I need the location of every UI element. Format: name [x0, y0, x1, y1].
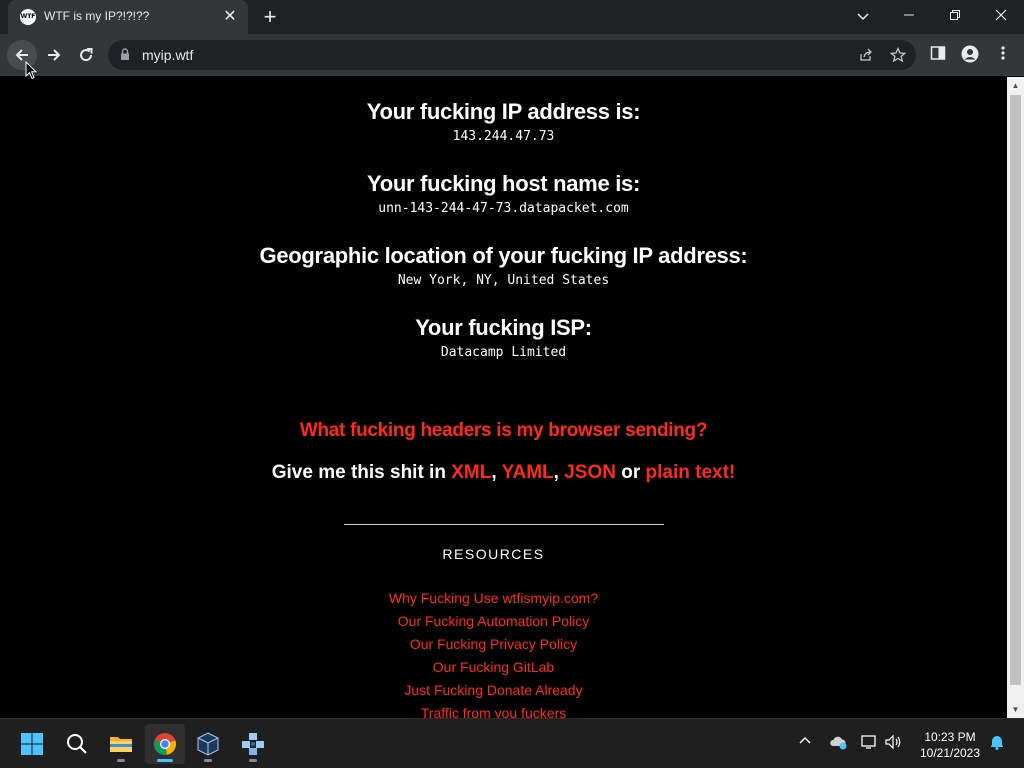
- taskbar-file-explorer[interactable]: [101, 724, 141, 764]
- isp-value: Datacamp Limited: [440, 345, 567, 360]
- profile-avatar-icon[interactable]: [961, 45, 979, 63]
- resources-list: Why Fucking Use wtfismyip.com? Our Fucki…: [0, 587, 1007, 718]
- url-text: myip.wtf: [142, 47, 194, 63]
- folder-icon: [110, 737, 132, 752]
- resources-header: RESOURCES: [0, 546, 1007, 564]
- format-plain-text-link[interactable]: plain text!: [646, 462, 736, 483]
- windows-logo-icon: [21, 733, 43, 755]
- show-hidden-icons-chevron-icon[interactable]: [798, 734, 812, 748]
- running-indicator: [249, 759, 257, 762]
- reload-button[interactable]: [71, 40, 101, 70]
- search-button[interactable]: [57, 724, 97, 764]
- tab-title: WTF is my IP?!?!??: [44, 9, 150, 23]
- geo-heading: Geographic location of your fucking IP a…: [259, 243, 748, 268]
- lock-icon[interactable]: [120, 48, 130, 61]
- onedrive-cloud-icon[interactable]: [829, 734, 847, 750]
- tab-close-icon[interactable]: ✕: [220, 7, 240, 27]
- scroll-down-arrow-icon[interactable]: ▼: [1011, 705, 1020, 714]
- mouse-cursor-icon: [25, 61, 37, 80]
- tab-search-chevron-icon[interactable]: [852, 6, 874, 26]
- format-comma-2: ,: [553, 462, 565, 483]
- restore-button[interactable]: [932, 0, 978, 30]
- format-or: or: [615, 462, 646, 483]
- clock-date: 10/21/2023: [919, 746, 981, 760]
- bookmark-star-icon[interactable]: [890, 47, 906, 63]
- headers-section: What fucking headers is my browser sendi…: [0, 420, 1007, 442]
- running-indicator: [117, 759, 125, 762]
- active-indicator: [157, 759, 173, 762]
- resource-link-automation-policy[interactable]: Our Fucking Automation Policy: [0, 610, 987, 633]
- share-icon[interactable]: [858, 47, 874, 63]
- browser-toolbar: myip.wtf: [0, 34, 1024, 76]
- start-button[interactable]: [12, 724, 52, 764]
- host-heading: Your fucking host name is:: [367, 171, 640, 196]
- scroll-up-arrow-icon[interactable]: ▲: [1011, 81, 1020, 90]
- geo-section: Geographic location of your fucking IP a…: [0, 243, 1007, 288]
- taskbar-app-network[interactable]: [233, 724, 273, 764]
- isp-heading: Your fucking ISP:: [415, 315, 592, 340]
- more-menu-icon[interactable]: [996, 45, 1010, 61]
- ip-heading: Your fucking IP address is:: [366, 99, 641, 124]
- format-comma-1: ,: [491, 462, 502, 483]
- format-yaml-link[interactable]: YAML: [502, 462, 554, 483]
- tab-strip: WTF WTF is my IP?!?!?? ✕ +: [0, 0, 1024, 34]
- system-clock[interactable]: 10:23 PM 10/21/2023: [910, 729, 990, 761]
- network-monitor-icon[interactable]: [861, 734, 879, 750]
- resource-link-traffic[interactable]: Traffic from you fuckers: [0, 702, 987, 718]
- resource-link-why[interactable]: Why Fucking Use wtfismyip.com?: [0, 587, 987, 610]
- volume-speaker-icon[interactable]: [885, 734, 903, 750]
- resource-link-donate[interactable]: Just Fucking Donate Already: [0, 679, 987, 702]
- windows-taskbar: 10:23 PM 10/21/2023: [0, 718, 1024, 768]
- search-icon: [67, 734, 87, 754]
- close-window-button[interactable]: [978, 0, 1024, 30]
- divider: [344, 524, 664, 525]
- formats-prefix: Give me this shit in: [271, 462, 452, 483]
- format-json-link[interactable]: JSON: [564, 462, 616, 483]
- ip-value: 143.244.47.73: [452, 129, 555, 144]
- page-scrollbar[interactable]: ▲ ▼: [1007, 77, 1024, 718]
- running-indicator: [204, 759, 212, 762]
- resource-link-gitlab[interactable]: Our Fucking GitLab: [0, 656, 987, 679]
- new-tab-button[interactable]: +: [258, 6, 282, 28]
- address-bar[interactable]: myip.wtf: [108, 40, 916, 70]
- notification-bell-icon[interactable]: [989, 734, 1005, 750]
- taskbar-virtualbox[interactable]: [188, 724, 228, 764]
- formats-section: Give me this shit in XML, YAML, JSON or …: [0, 462, 1007, 484]
- side-panel-icon[interactable]: [930, 45, 946, 61]
- page-viewport: Your fucking IP address is: 143.244.47.7…: [0, 77, 1007, 718]
- tab-myip[interactable]: WTF WTF is my IP?!?!?? ✕: [8, 0, 248, 34]
- scroll-thumb[interactable]: [1010, 95, 1021, 685]
- site-favicon-icon: WTF: [20, 9, 36, 25]
- network-app-icon: [242, 733, 264, 755]
- forward-button[interactable]: [39, 40, 69, 70]
- resources-title: RESOURCES: [442, 546, 545, 562]
- host-value: unn-143-244-47-73.datapacket.com: [378, 201, 629, 216]
- host-section: Your fucking host name is: unn-143-244-4…: [0, 171, 1007, 216]
- headers-link[interactable]: What fucking headers is my browser sendi…: [300, 420, 708, 441]
- resource-link-privacy-policy[interactable]: Our Fucking Privacy Policy: [0, 633, 987, 656]
- isp-section: Your fucking ISP: Datacamp Limited: [0, 315, 1007, 360]
- clock-time: 10:23 PM: [924, 730, 976, 744]
- ip-section: Your fucking IP address is: 143.244.47.7…: [0, 99, 1007, 144]
- taskbar-chrome[interactable]: [145, 724, 185, 764]
- format-xml-link[interactable]: XML: [451, 462, 491, 483]
- geo-value: New York, NY, United States: [397, 273, 610, 288]
- minimize-button[interactable]: [886, 0, 932, 30]
- virtualbox-icon: [197, 732, 219, 756]
- chrome-icon: [153, 733, 177, 755]
